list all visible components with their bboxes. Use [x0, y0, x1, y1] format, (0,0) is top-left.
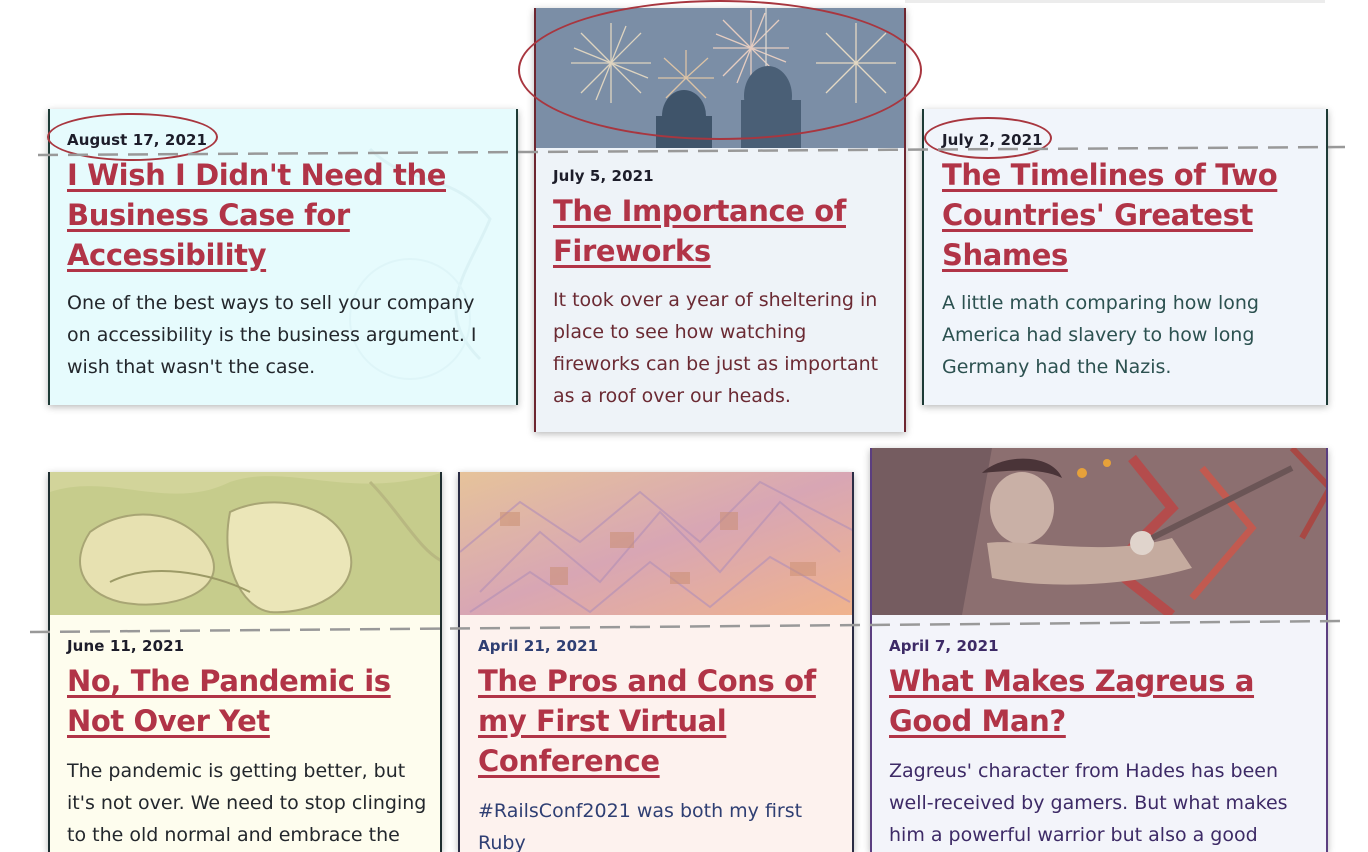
post-excerpt: It took over a year of sheltering in pla…: [553, 289, 879, 407]
post-excerpt: Zagreus' character from Hades has been w…: [889, 760, 1288, 846]
top-divider: [905, 0, 1325, 3]
post-title-link[interactable]: What Makes Zagreus a Good Man?: [889, 661, 1309, 741]
post-card: July 5, 2021 The Importance of Fireworks…: [534, 8, 906, 432]
post-card: July 2, 2021 The Timelines of Two Countr…: [922, 109, 1328, 405]
post-date: July 2, 2021: [942, 131, 1043, 149]
post-date: April 21, 2021: [478, 637, 599, 655]
post-excerpt: One of the best ways to sell your compan…: [67, 292, 477, 378]
post-title-link[interactable]: I Wish I Didn't Need the Business Case f…: [67, 155, 497, 275]
post-card: April 7, 2021 What Makes Zagreus a Good …: [870, 448, 1328, 852]
post-excerpt: A little math comparing how long America…: [942, 292, 1259, 378]
post-title-link[interactable]: No, The Pandemic is Not Over Yet: [67, 661, 427, 741]
masked-faces-image: [50, 472, 440, 615]
post-date: August 17, 2021: [67, 131, 208, 149]
fireworks-image: [536, 8, 904, 148]
post-date: April 7, 2021: [889, 637, 999, 655]
zagreus-image: [872, 448, 1326, 615]
post-card: June 11, 2021 No, The Pandemic is Not Ov…: [48, 472, 442, 852]
post-date: July 5, 2021: [553, 167, 654, 185]
post-title-link[interactable]: The Pros and Cons of my First Virtual Co…: [478, 661, 838, 781]
post-title-link[interactable]: The Timelines of Two Countries' Greatest…: [942, 155, 1312, 275]
post-card: August 17, 2021 I Wish I Didn't Need the…: [48, 109, 518, 405]
post-title-link[interactable]: The Importance of Fireworks: [553, 191, 893, 271]
post-card: April 21, 2021 The Pros and Cons of my F…: [458, 472, 854, 852]
post-excerpt: #RailsConf2021 was both my first Ruby: [478, 800, 803, 852]
post-excerpt: The pandemic is getting better, but it's…: [67, 760, 427, 846]
colorful-city-image: [460, 472, 852, 615]
post-date: June 11, 2021: [67, 637, 185, 655]
